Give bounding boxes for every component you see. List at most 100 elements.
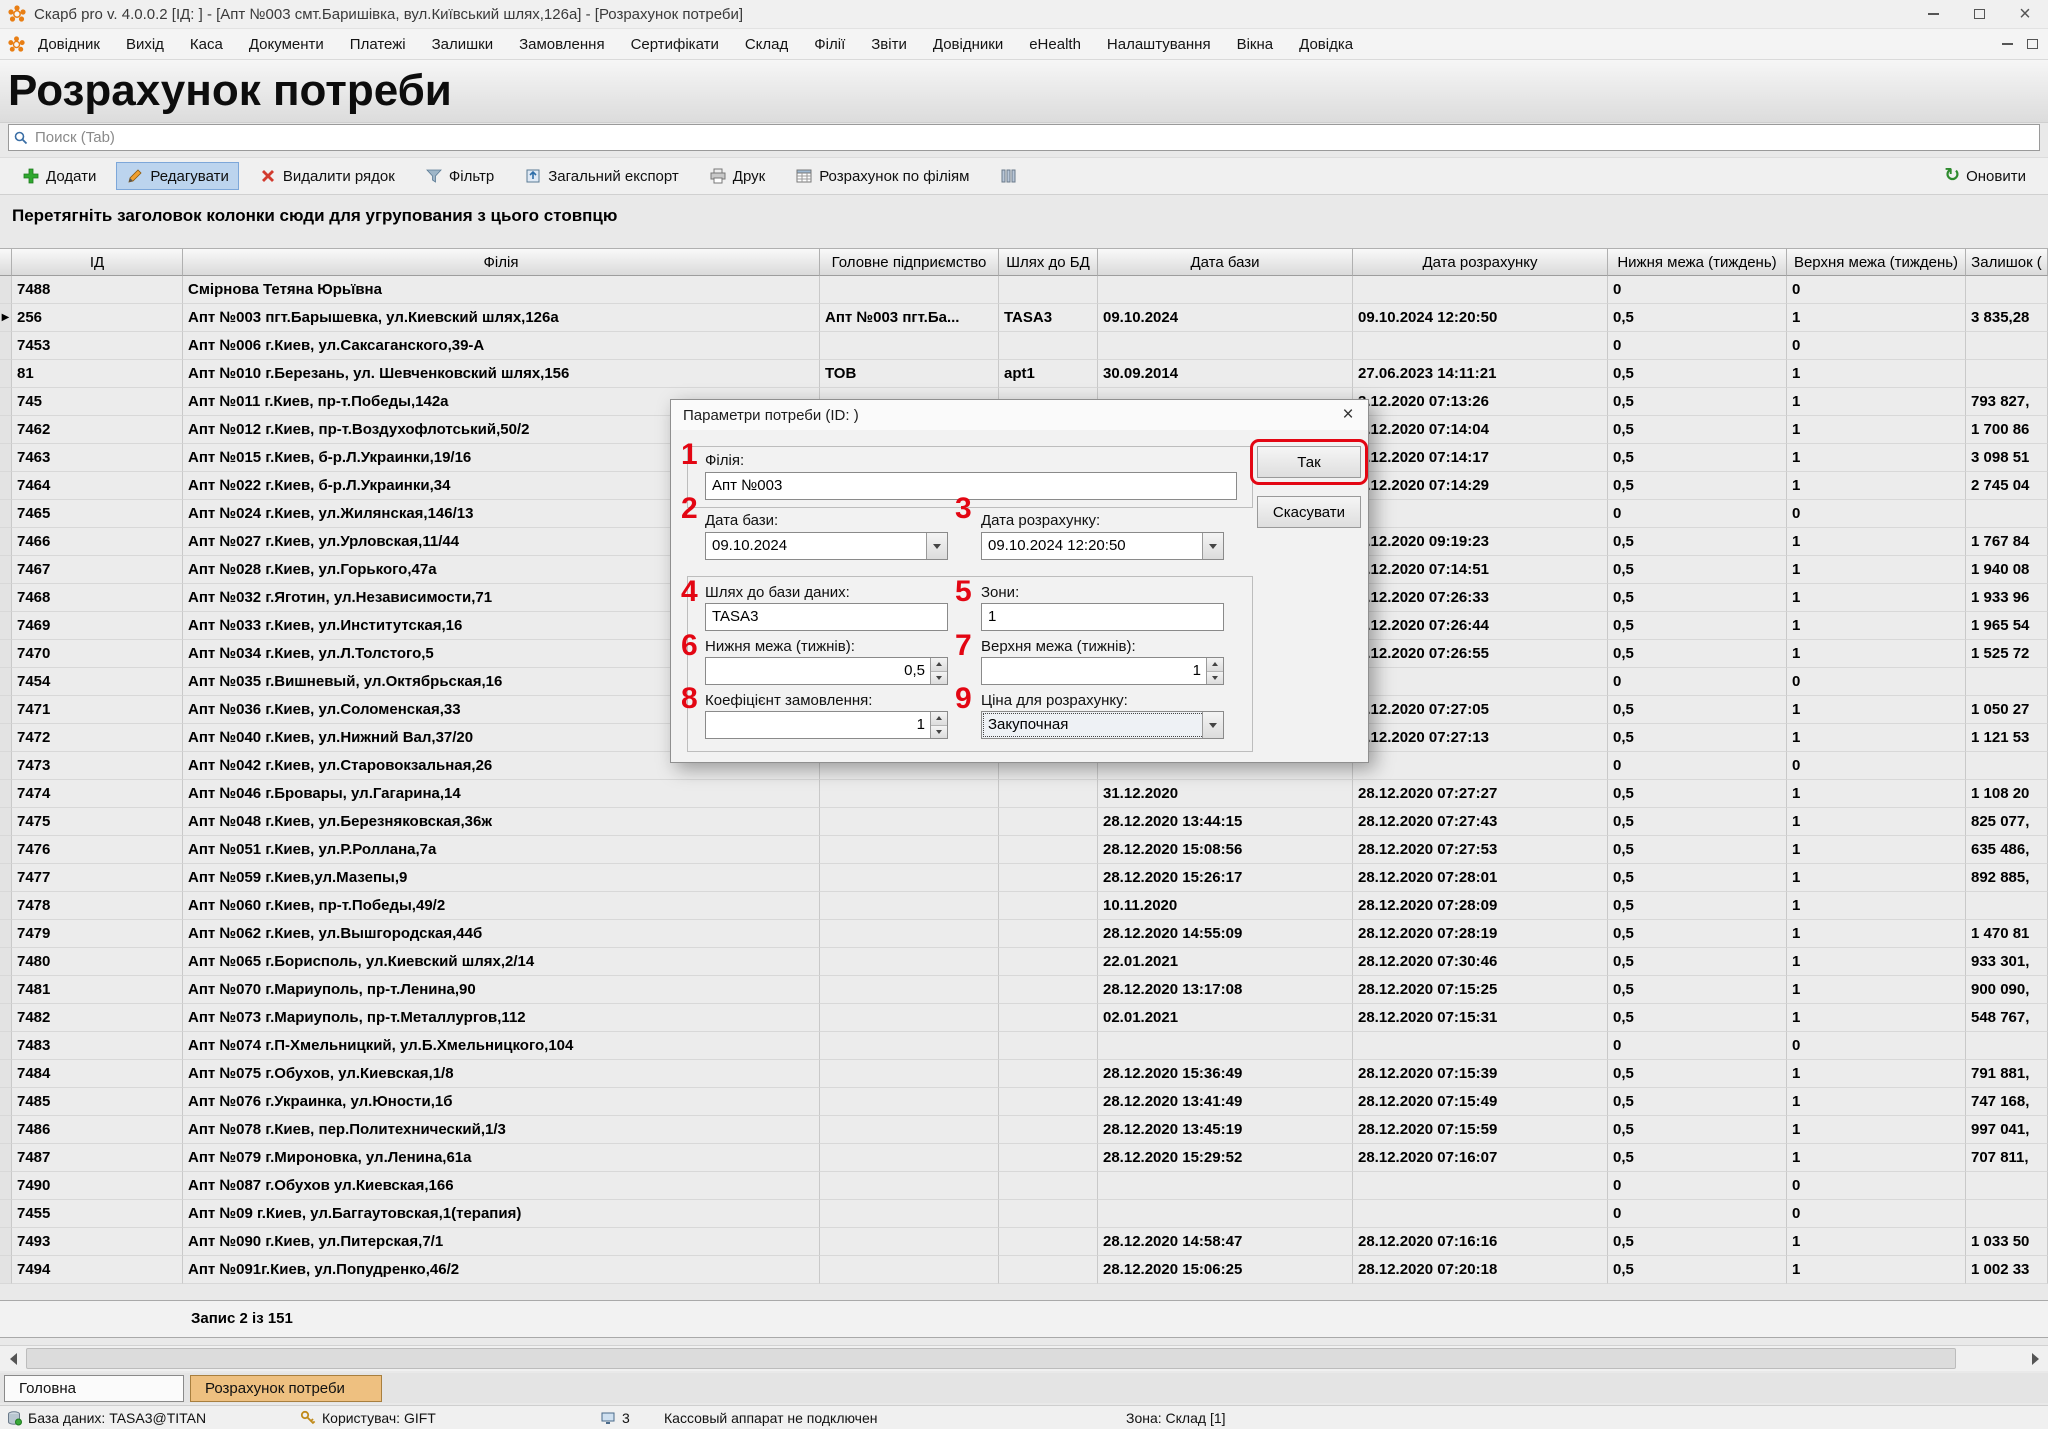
horizontal-scrollbar[interactable] (0, 1345, 2048, 1371)
mdi-restore-icon[interactable] (2027, 39, 2038, 49)
table-row[interactable]: 7481Апт №070 г.Мариуполь, пр-т.Ленина,90… (0, 976, 2048, 1004)
scroll-left-button[interactable] (0, 1346, 26, 1372)
table-row[interactable]: 7483Апт №074 г.П-Хмельницкий, ул.Б.Хмель… (0, 1032, 2048, 1060)
base-date-dropdown-button[interactable] (926, 533, 947, 559)
column-header[interactable]: Філія (183, 248, 820, 276)
menu-item-1[interactable]: Довідник (25, 29, 113, 60)
row-indicator-header[interactable] (0, 248, 12, 276)
edit-button[interactable]: Редагувати (116, 162, 239, 190)
table-cell (999, 836, 1098, 864)
spin-down-icon[interactable] (931, 672, 947, 685)
menu-item-10[interactable]: Філії (801, 29, 858, 60)
column-header[interactable]: Головне підприємство (820, 248, 999, 276)
export-button[interactable]: Загальний експорт (514, 162, 689, 190)
table-row[interactable]: 7490Апт №087 г.Обухов ул.Киевская,16600 (0, 1172, 2048, 1200)
column-header[interactable]: Дата бази (1098, 248, 1353, 276)
table-row[interactable]: 7455Апт №09 г.Киев, ул.Баггаутовская,1(т… (0, 1200, 2048, 1228)
spin-down-icon[interactable] (1207, 672, 1223, 685)
table-row[interactable]: 7474Апт №046 г.Бровары, ул.Гагарина,1431… (0, 780, 2048, 808)
table-row[interactable]: 7482Апт №073 г.Мариуполь, пр-т.Металлург… (0, 1004, 2048, 1032)
db-path-input[interactable]: TASA3 (705, 603, 948, 631)
menu-item-6[interactable]: Залишки (419, 29, 507, 60)
menu-item-5[interactable]: Платежі (337, 29, 419, 60)
spin-up-icon[interactable] (931, 712, 947, 726)
zones-input[interactable]: 1 (981, 603, 1224, 631)
column-header[interactable]: Нижня межа (тиждень) (1608, 248, 1787, 276)
table-cell: 745 (12, 388, 183, 416)
table-cell: 1 (1787, 472, 1966, 500)
menu-item-16[interactable]: Довідка (1286, 29, 1366, 60)
table-row[interactable]: 7477Апт №059 г.Киев,ул.Мазепы,928.12.202… (0, 864, 2048, 892)
menu-item-15[interactable]: Вікна (1224, 29, 1287, 60)
table-cell: 7479 (12, 920, 183, 948)
mdi-minimize-icon[interactable] (2002, 43, 2013, 45)
menu-item-8[interactable]: Сертифікати (618, 29, 732, 60)
spin-up-icon[interactable] (1207, 658, 1223, 672)
order-coefficient-spinner[interactable]: 1 (705, 711, 948, 739)
tab-home[interactable]: Головна (4, 1375, 184, 1402)
table-row[interactable]: 7453Апт №006 г.Киев, ул.Саксаганского,39… (0, 332, 2048, 360)
column-header[interactable]: ІД (12, 248, 183, 276)
search-bar[interactable] (8, 124, 2040, 151)
scroll-right-button[interactable] (2022, 1346, 2048, 1372)
upper-limit-spin-buttons[interactable] (1206, 658, 1223, 684)
order-coefficient-spin-buttons[interactable] (930, 712, 947, 738)
menu-item-13[interactable]: eHealth (1016, 29, 1094, 60)
calc-price-combo[interactable]: Закупочная (981, 711, 1224, 739)
column-header[interactable]: Шлях до БД (999, 248, 1098, 276)
add-button[interactable]: Додати (12, 162, 106, 190)
spin-up-icon[interactable] (931, 658, 947, 672)
table-row[interactable]: 7475Апт №048 г.Киев, ул.Березняковская,3… (0, 808, 2048, 836)
menu-item-14[interactable]: Налаштування (1094, 29, 1224, 60)
tab-calc-need[interactable]: Розрахунок потреби (190, 1375, 382, 1402)
toolbar: Додати Редагувати Видалити рядок Фільтр … (0, 157, 2048, 195)
menu-item-3[interactable]: Каса (177, 29, 236, 60)
lower-limit-spin-buttons[interactable] (930, 658, 947, 684)
scrollbar-thumb[interactable] (26, 1348, 1956, 1369)
column-header[interactable]: Дата розрахунку (1353, 248, 1608, 276)
refresh-button[interactable]: ↻ Оновити (1934, 162, 2036, 190)
menu-item-4[interactable]: Документи (236, 29, 337, 60)
menu-item-7[interactable]: Замовлення (506, 29, 617, 60)
column-header[interactable]: Верхня межа (тиждень) (1787, 248, 1966, 276)
table-row[interactable]: 7494Апт №091г.Киев, ул.Попудренко,46/228… (0, 1256, 2048, 1284)
menu-item-11[interactable]: Звіти (858, 29, 920, 60)
table-row[interactable]: 7488Смірнова Тетяна Юрьївна00 (0, 276, 2048, 304)
calc-by-branches-button[interactable]: Розрахунок по філіям (785, 162, 979, 190)
spin-down-icon[interactable] (931, 726, 947, 739)
columns-button[interactable] (989, 162, 1027, 190)
table-row[interactable]: 7480Апт №065 г.Борисполь, ул.Киевский шл… (0, 948, 2048, 976)
table-row[interactable]: 7485Апт №076 г.Украинка, ул.Юности,1б28.… (0, 1088, 2048, 1116)
table-row[interactable]: 7487Апт №079 г.Мироновка, ул.Ленина,61а2… (0, 1144, 2048, 1172)
menu-item-12[interactable]: Довідники (920, 29, 1016, 60)
table-row[interactable]: 7486Апт №078 г.Киев, пер.Политехнический… (0, 1116, 2048, 1144)
menu-item-2[interactable]: Вихід (113, 29, 177, 60)
table-row[interactable]: 7493Апт №090 г.Киев, ул.Питерская,7/128.… (0, 1228, 2048, 1256)
table-row[interactable]: 7478Апт №060 г.Киев, пр-т.Победы,49/210.… (0, 892, 2048, 920)
table-cell: 0,5 (1608, 976, 1787, 1004)
upper-limit-spinner[interactable]: 1 (981, 657, 1224, 685)
table-row[interactable]: 81Апт №010 г.Березань, ул. Шевченковский… (0, 360, 2048, 388)
calc-date-dropdown-button[interactable] (1202, 533, 1223, 559)
search-input[interactable] (35, 129, 2039, 146)
menu-item-9[interactable]: Склад (732, 29, 801, 60)
cancel-button[interactable]: Скасувати (1257, 496, 1361, 528)
base-date-combo[interactable]: 09.10.2024 (705, 532, 948, 560)
close-button[interactable]: × (2002, 0, 2048, 28)
table-cell: 0,5 (1608, 360, 1787, 388)
filter-button[interactable]: Фільтр (415, 162, 504, 190)
table-row[interactable]: 7479Апт №062 г.Киев, ул.Вышгородская,44б… (0, 920, 2048, 948)
calc-date-combo[interactable]: 09.10.2024 12:20:50 (981, 532, 1224, 560)
table-row[interactable]: 7476Апт №051 г.Киев, ул.Р.Роллана,7а28.1… (0, 836, 2048, 864)
lower-limit-spinner[interactable]: 0,5 (705, 657, 948, 685)
table-row[interactable]: 7484Апт №075 г.Обухов, ул.Киевская,1/828… (0, 1060, 2048, 1088)
dialog-close-button[interactable]: × (1328, 400, 1368, 430)
print-button[interactable]: Друк (699, 162, 775, 190)
minimize-button[interactable] (1910, 0, 1956, 28)
annotation-number-2: 2 (681, 494, 698, 524)
maximize-button[interactable] (1956, 0, 2002, 28)
table-row[interactable]: ▶256Апт №003 пгт.Барышевка, ул.Киевский … (0, 304, 2048, 332)
column-header[interactable]: Залишок ( (1966, 248, 2048, 276)
calc-price-dropdown-button[interactable] (1202, 712, 1223, 738)
delete-row-button[interactable]: Видалити рядок (249, 162, 405, 190)
